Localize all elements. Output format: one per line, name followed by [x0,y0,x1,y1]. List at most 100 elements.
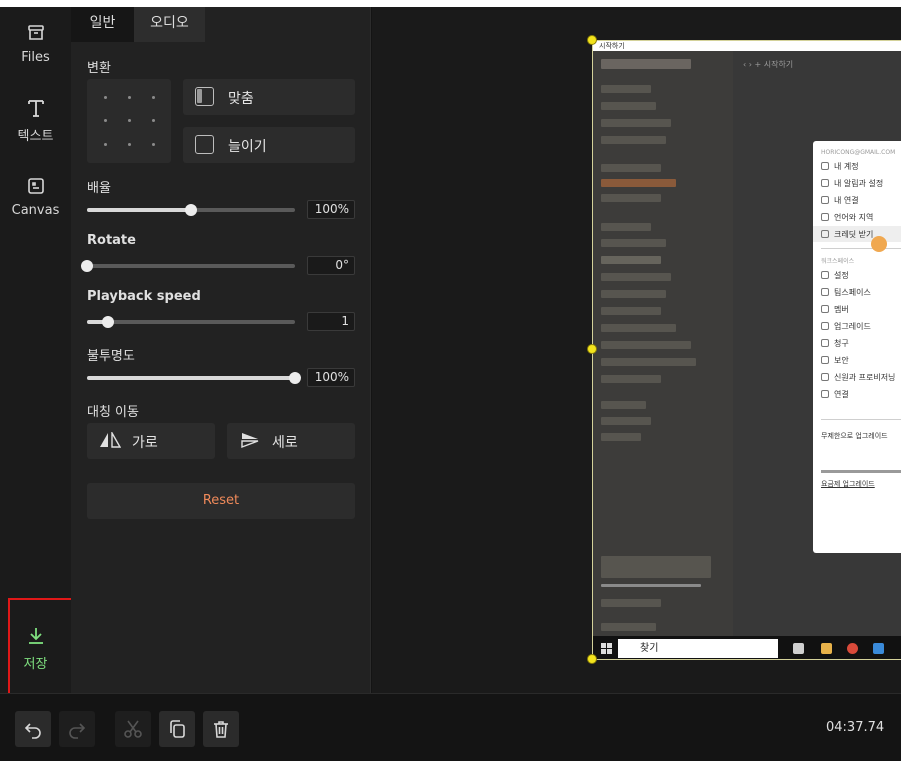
rotate-slider-knob[interactable] [81,260,93,272]
anchor-dot[interactable] [152,96,155,99]
preview-taskbar-search: 찾기 [618,639,778,658]
taskbar-app-icon [821,643,832,654]
redo-button[interactable] [59,711,95,747]
save-button[interactable]: 저장 [0,625,71,672]
flip-horizontal-button[interactable]: 가로 [87,423,215,459]
preview-row [601,136,666,144]
preview-row [601,194,661,202]
scale-slider-fill [87,208,191,212]
archive-icon [27,25,44,40]
taskbar-app-icon [873,643,884,654]
panel-tabs: 일반 오디오 [71,7,205,42]
properties-panel: 일반 오디오 변환 맞춤 늘이기 배율 100% Rotate 0° Playb… [71,7,371,693]
anchor-dot[interactable] [152,119,155,122]
tab-general[interactable]: 일반 [71,7,134,42]
preview-row [601,417,651,425]
left-rail: Files 텍스트 Canvas [0,7,71,693]
undo-button[interactable] [15,711,51,747]
anchor-dot[interactable] [104,119,107,122]
playback-speed-label: Playback speed [87,289,201,304]
opacity-value[interactable]: 100% [307,368,355,387]
flip-horizontal-icon [100,432,121,448]
rail-canvas-label: Canvas [11,203,60,218]
menu-item: 청구 [821,338,849,349]
scale-slider[interactable] [87,204,295,216]
playback-speed-slider[interactable] [87,316,295,328]
stretch-icon [195,135,214,154]
preview-row [601,59,691,69]
preview-row [601,324,676,332]
opacity-slider[interactable] [87,372,301,384]
rail-files-button[interactable]: Files [0,22,71,65]
resize-handle-middle-left[interactable] [587,344,597,354]
opacity-slider-fill [87,376,295,380]
menu-item: 신원과 프로비저닝 [821,372,895,383]
menu-separator [821,419,901,420]
video-clip-frame[interactable]: 시작하기 ‹ › + 시작하기 HORICONG@GMAIL.COM 내 계정 … [592,40,901,660]
opacity-slider-knob[interactable] [289,372,301,384]
preview-breadcrumb: ‹ › + 시작하기 [743,60,794,69]
preview-settings-menu: HORICONG@GMAIL.COM 내 계정 내 알림과 설정 내 연결 언어… [813,141,901,553]
preview-row [601,401,646,409]
reset-button[interactable]: Reset [87,483,355,519]
preview-window-title: 시작하기 [593,41,901,51]
menu-item: 내 연결 [821,195,859,206]
flip-vertical-button[interactable]: 세로 [227,423,355,459]
anchor-grid[interactable] [87,79,171,163]
anchor-dot[interactable] [152,143,155,146]
split-button[interactable] [115,711,151,747]
preview-row [601,256,661,264]
preview-row [601,623,656,631]
fit-button[interactable]: 맞춤 [183,79,355,115]
text-icon [27,100,44,117]
rail-text-button[interactable]: 텍스트 [0,97,71,144]
anchor-dot[interactable] [128,96,131,99]
rotate-slider[interactable] [81,260,295,272]
flip-horizontal-label: 가로 [132,435,158,451]
preview-row [601,341,691,349]
scale-label: 배율 [87,181,111,196]
preview-row [601,119,671,127]
menu-item: 연결 [821,389,849,400]
playback-speed-slider-knob[interactable] [101,316,114,328]
transform-label: 변환 [87,61,111,76]
delete-button[interactable] [203,711,239,747]
scale-slider-knob[interactable] [185,204,197,216]
menu-item: 크레딧 받기 [821,229,873,240]
scale-value[interactable]: 100% [307,200,355,219]
flip-label: 대칭 이동 [87,405,139,420]
windows-icon [601,643,612,654]
download-icon [28,628,43,644]
tab-audio[interactable]: 오디오 [134,7,205,42]
preview-row [601,290,666,298]
rail-canvas-button[interactable]: Canvas [0,175,71,218]
fit-label: 맞춤 [228,91,254,107]
anchor-dot[interactable] [104,96,107,99]
menu-usage-bar [821,470,901,473]
duplicate-button[interactable] [159,711,195,747]
menu-item: 언어와 지역 [821,212,873,223]
anchor-dot[interactable] [128,119,131,122]
taskbar-app-icon [793,643,804,654]
menu-upgrade-link: 요금제 업그레이드 [821,480,875,488]
flip-vertical-label: 세로 [272,435,298,451]
anchor-dot[interactable] [104,143,107,146]
playback-speed-value[interactable]: 1 [307,312,355,331]
canvas-area: 시작하기 ‹ › + 시작하기 HORICONG@GMAIL.COM 내 계정 … [372,7,901,693]
opacity-label: 불투명도 [87,349,135,364]
menu-item: 내 알림과 설정 [821,178,883,189]
anchor-dot[interactable] [128,143,131,146]
preview-row [601,102,656,110]
stretch-button[interactable]: 늘이기 [183,127,355,163]
stretch-label: 늘이기 [228,139,267,155]
menu-item: 업그레이드 [821,321,871,332]
preview-row [601,179,676,187]
menu-item: 내 계정 [821,161,859,172]
preview-row [601,556,711,578]
redo-icon [69,723,86,739]
save-label: 저장 [23,657,48,672]
rotate-value[interactable]: 0° [307,256,355,275]
cursor-highlight [871,236,887,252]
resize-handle-top-left[interactable] [587,35,597,45]
resize-handle-bottom-left[interactable] [587,654,597,664]
